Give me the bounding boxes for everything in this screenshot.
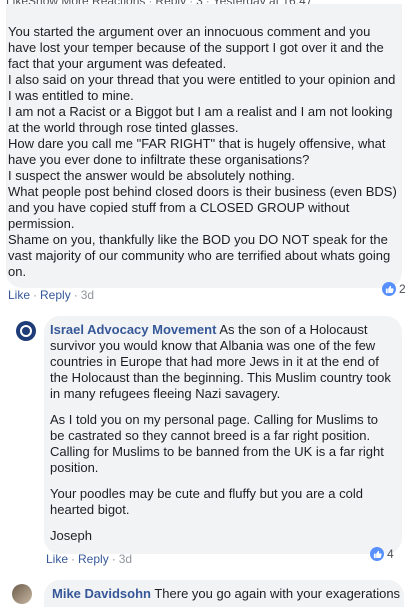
comment-paragraph: How dare you call me "FAR RIGHT" that is… bbox=[8, 136, 386, 167]
avatar[interactable] bbox=[16, 321, 36, 341]
comment-author-link[interactable]: Mike Davidsohn bbox=[52, 586, 151, 601]
reply-comment: Mike Davidsohn There you go again with y… bbox=[6, 580, 404, 607]
separator-dot: · bbox=[111, 552, 116, 566]
comment-paragraph: I am not a Racist or a Biggot but I am a… bbox=[8, 104, 393, 135]
comment-paragraph: You started the argument over an innocuo… bbox=[8, 24, 384, 71]
comment-paragraph: What people post behind closed doors is … bbox=[8, 184, 397, 231]
comment-paragraph: I suspect the answer would be absolutely… bbox=[8, 168, 295, 183]
comment-paragraph: As I told you on my personal page. Calli… bbox=[50, 412, 384, 475]
like-link[interactable]: Like bbox=[46, 552, 68, 566]
logo-icon bbox=[20, 325, 32, 337]
reaction-summary[interactable]: 2 bbox=[382, 282, 406, 296]
comment-bubble: Israel Advocacy Movement As the son of a… bbox=[44, 316, 402, 554]
comment-paragraph: I also said on your thread that you were… bbox=[8, 72, 396, 103]
comment-bubble: Mike Davidsohn There you go again with y… bbox=[44, 580, 404, 607]
like-link[interactable]: Like bbox=[8, 288, 30, 302]
reaction-count: 4 bbox=[387, 547, 394, 561]
comment-actions: Like · Reply · 3d bbox=[46, 552, 132, 566]
comment-bubble: You started the argument over an innocuo… bbox=[6, 4, 402, 288]
comment-signature: Joseph bbox=[50, 528, 92, 543]
comment-timestamp[interactable]: 3d bbox=[81, 288, 94, 302]
reaction-count: 2 bbox=[399, 282, 406, 296]
comment-actions: Like · Reply · 3d bbox=[8, 288, 94, 302]
separator-dot: · bbox=[33, 288, 38, 302]
comment-timestamp[interactable]: 3d bbox=[119, 552, 132, 566]
reply-link[interactable]: Reply bbox=[78, 552, 109, 566]
separator-dot: · bbox=[71, 552, 76, 566]
avatar[interactable] bbox=[12, 584, 32, 604]
comment-text: There you go again with your exageration… bbox=[150, 586, 401, 601]
separator-dot: · bbox=[73, 288, 78, 302]
reply-link[interactable]: Reply bbox=[40, 288, 71, 302]
like-reaction-icon bbox=[382, 282, 396, 296]
reaction-summary[interactable]: 4 bbox=[370, 547, 394, 561]
comment-author-link[interactable]: Israel Advocacy Movement bbox=[50, 322, 216, 337]
comment-paragraph: Your poodles may be cute and fluffy but … bbox=[50, 486, 363, 517]
like-reaction-icon bbox=[370, 547, 384, 561]
comment-paragraph: Shame on you, thankfully like the BOD yo… bbox=[8, 232, 391, 279]
comment-paragraph: Israel Advocacy Movement As the son of a… bbox=[50, 322, 394, 402]
